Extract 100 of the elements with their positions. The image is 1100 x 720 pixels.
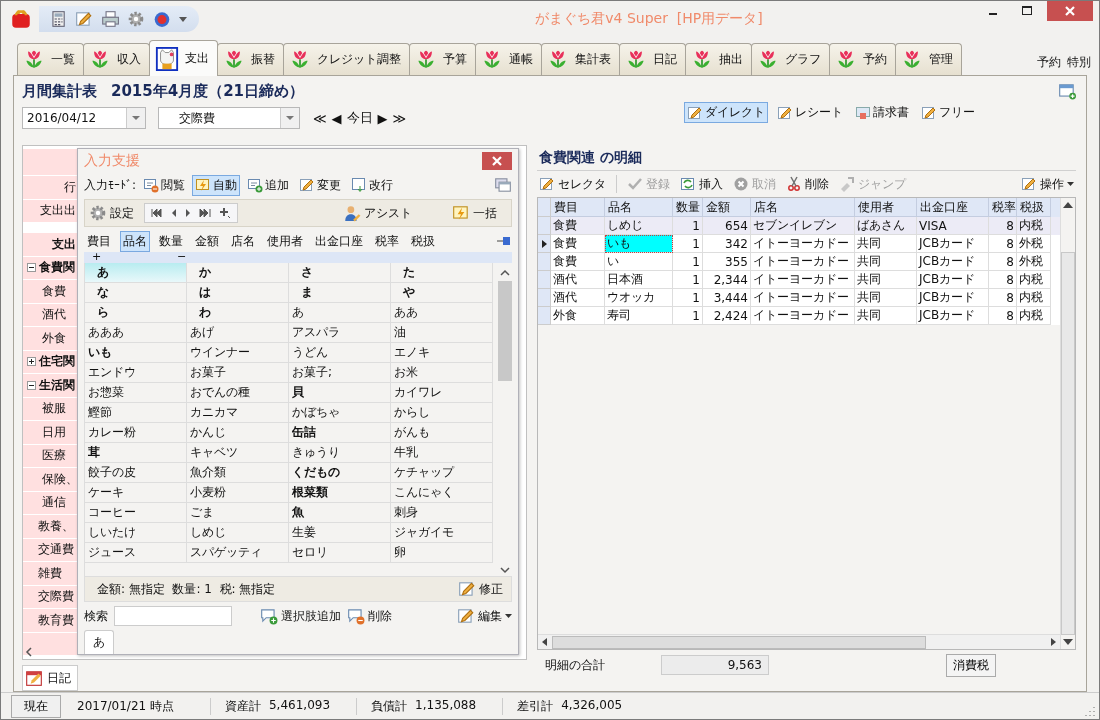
mode-button[interactable]: 追加 bbox=[244, 174, 293, 196]
view-button[interactable]: 請求書 bbox=[852, 102, 912, 123]
tab[interactable]: 日記 bbox=[619, 43, 686, 75]
field-tab[interactable]: 税扱 bbox=[408, 230, 438, 252]
nav-button[interactable]: ≪ bbox=[312, 110, 328, 126]
tab[interactable]: 予算 bbox=[409, 43, 476, 75]
choice-cell[interactable]: 貝 bbox=[289, 383, 391, 403]
horizontal-scrollbar[interactable] bbox=[538, 634, 1060, 649]
close-button[interactable] bbox=[1047, 1, 1093, 21]
choice-cell[interactable]: ウインナー bbox=[187, 343, 289, 363]
nav-button[interactable]: ◀ bbox=[330, 110, 343, 126]
delete-button[interactable]: 削除 bbox=[347, 607, 392, 625]
date-dropdown[interactable]: 2016/04/12 bbox=[22, 107, 146, 129]
choice-cell[interactable]: 餃子の皮 bbox=[85, 463, 187, 483]
nav-button[interactable]: ≫ bbox=[391, 110, 408, 126]
tree-toggle-icon[interactable] bbox=[27, 357, 36, 367]
choice-cell[interactable]: 油 bbox=[391, 323, 493, 343]
scroll-down-icon[interactable] bbox=[499, 566, 510, 574]
add-icon[interactable] bbox=[219, 207, 231, 219]
tree-item[interactable]: 保険、 bbox=[23, 468, 78, 492]
tab[interactable]: 支出 bbox=[149, 40, 218, 76]
tree-item[interactable]: 外食 bbox=[23, 327, 78, 351]
tree-item[interactable]: 教育費 bbox=[23, 609, 78, 633]
fix-button[interactable]: 修正 bbox=[458, 580, 503, 598]
windows-icon[interactable] bbox=[494, 176, 512, 194]
settings-button[interactable]: 設定 bbox=[89, 204, 134, 222]
scroll-up-icon[interactable] bbox=[1063, 202, 1073, 208]
choice-cell[interactable]: お米 bbox=[391, 363, 493, 383]
tab[interactable]: 集計表 bbox=[541, 43, 620, 75]
field-tab[interactable]: 品名 bbox=[120, 230, 150, 252]
choice-cell[interactable]: お惣菜 bbox=[85, 383, 187, 403]
tab[interactable]: 管理 bbox=[895, 43, 962, 75]
mode-button[interactable]: 改行 bbox=[348, 174, 397, 196]
choice-cell[interactable]: ごま bbox=[187, 503, 289, 523]
choice-cell[interactable]: カニカマ bbox=[187, 403, 289, 423]
choice-cell[interactable]: お菓子 bbox=[187, 363, 289, 383]
choice-cell[interactable]: エノキ bbox=[391, 343, 493, 363]
field-tab[interactable]: 数量 bbox=[156, 230, 186, 252]
choice-cell[interactable]: ら bbox=[85, 303, 187, 323]
row-header[interactable] bbox=[538, 235, 551, 253]
tab[interactable]: クレジット調整 bbox=[283, 43, 410, 75]
choice-cell[interactable]: お菓子; bbox=[289, 363, 391, 383]
choice-cell[interactable]: からし bbox=[391, 403, 493, 423]
next-icon[interactable] bbox=[185, 208, 191, 218]
first-icon[interactable] bbox=[151, 208, 163, 218]
close-button[interactable] bbox=[482, 152, 512, 170]
toolbar-button[interactable]: セレクタ bbox=[539, 175, 606, 193]
expand-button[interactable]: + bbox=[84, 252, 169, 263]
choice-cell[interactable]: た bbox=[391, 263, 493, 283]
choice-cell[interactable]: な bbox=[85, 283, 187, 303]
pencil-icon[interactable] bbox=[75, 10, 93, 28]
choice-cell[interactable]: アスパラ bbox=[289, 323, 391, 343]
mode-button[interactable]: 閲覧 bbox=[140, 174, 189, 196]
choice-cell[interactable]: しめじ bbox=[187, 523, 289, 543]
choice-cell[interactable]: 生姜 bbox=[289, 523, 391, 543]
tab[interactable]: 収入 bbox=[83, 43, 150, 75]
now-button[interactable]: 現在 bbox=[11, 694, 61, 718]
diary-tab[interactable]: 日記 bbox=[22, 665, 78, 691]
tree-item[interactable]: 教養、 bbox=[23, 515, 78, 539]
printer-icon[interactable] bbox=[101, 10, 119, 28]
choice-cell[interactable]: は bbox=[187, 283, 289, 303]
nav-button[interactable]: ▶ bbox=[376, 110, 389, 126]
tree-item[interactable]: 食費 bbox=[23, 280, 78, 304]
scroll-up-icon[interactable] bbox=[499, 269, 510, 277]
choice-cell[interactable]: しいたけ bbox=[85, 523, 187, 543]
view-button[interactable]: ダイレクト bbox=[684, 102, 768, 123]
add-window-icon[interactable] bbox=[1058, 82, 1076, 100]
choice-cell[interactable]: か bbox=[187, 263, 289, 283]
choice-cell[interactable]: かぼちゃ bbox=[289, 403, 391, 423]
choice-cell[interactable]: 卵 bbox=[391, 543, 493, 563]
choice-cell[interactable]: 魚介類 bbox=[187, 463, 289, 483]
add-choice-button[interactable]: 選択肢追加 bbox=[260, 607, 341, 625]
mode-button[interactable]: 変更 bbox=[296, 174, 345, 196]
choice-cell[interactable]: かんじ bbox=[187, 423, 289, 443]
collapse-button[interactable]: − bbox=[169, 252, 254, 263]
choice-cell[interactable]: きゅうり bbox=[289, 443, 391, 463]
choice-cell[interactable]: カイワレ bbox=[391, 383, 493, 403]
scroll-left-icon[interactable] bbox=[25, 647, 33, 657]
choice-cell[interactable]: カレー粉 bbox=[85, 423, 187, 443]
toolbar-button[interactable]: 削除 bbox=[786, 175, 829, 193]
field-tab[interactable]: 費目 bbox=[84, 230, 114, 252]
choice-cell[interactable]: ケチャップ bbox=[391, 463, 493, 483]
choice-cell[interactable]: くだもの bbox=[289, 463, 391, 483]
choice-cell[interactable]: ジュース bbox=[85, 543, 187, 563]
choice-cell[interactable]: ま bbox=[289, 283, 391, 303]
choice-cell[interactable]: 缶詰 bbox=[289, 423, 391, 443]
tab[interactable]: 抽出 bbox=[685, 43, 752, 75]
field-tab[interactable]: 使用者 bbox=[264, 230, 306, 252]
last-icon[interactable] bbox=[199, 208, 211, 218]
mode-button[interactable]: 自動 bbox=[192, 174, 241, 196]
choice-cell[interactable]: うどん bbox=[289, 343, 391, 363]
field-tab[interactable]: 出金口座 bbox=[312, 230, 366, 252]
caret-icon[interactable] bbox=[179, 16, 187, 22]
choice-cell[interactable]: さ bbox=[289, 263, 391, 283]
tab-link[interactable]: 特別 bbox=[1067, 54, 1091, 71]
tree-toggle-icon[interactable] bbox=[27, 263, 36, 273]
choice-cell[interactable]: ケーキ bbox=[85, 483, 187, 503]
tab[interactable]: 一覧 bbox=[17, 43, 84, 75]
tree-toggle-icon[interactable] bbox=[27, 380, 36, 390]
choice-cell[interactable]: がんも bbox=[391, 423, 493, 443]
